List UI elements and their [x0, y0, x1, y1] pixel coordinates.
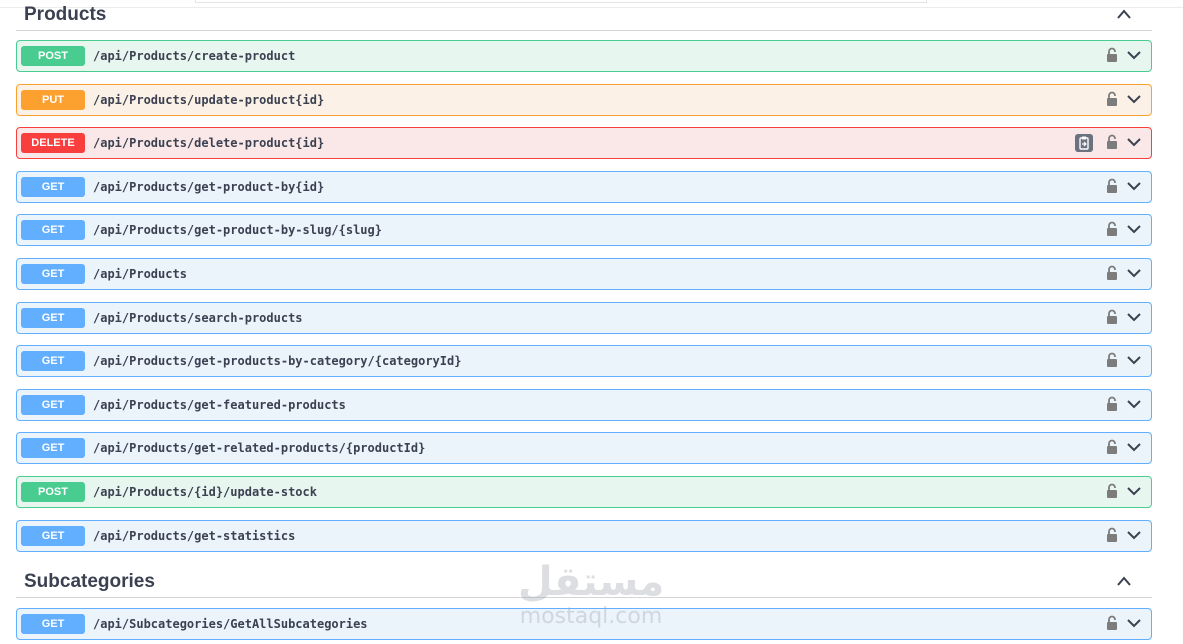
section-header-products[interactable]: Products — [16, 0, 1152, 31]
method-badge: GET — [21, 264, 85, 284]
operation-path: /api/Products/get-related-products/{prod… — [93, 441, 426, 455]
method-badge: GET — [21, 614, 85, 634]
chevron-down-icon[interactable] — [1127, 94, 1141, 104]
operation-row[interactable]: GET /api/Products/get-product-by-slug/{s… — [16, 214, 1152, 246]
chevron-up-icon[interactable] — [1116, 575, 1132, 587]
operation-path: /api/Products/get-product-by{id} — [93, 180, 325, 194]
method-badge: GET — [21, 308, 85, 328]
chevron-down-icon[interactable] — [1127, 181, 1141, 191]
method-badge: POST — [21, 46, 85, 66]
method-badge: GET — [21, 395, 85, 415]
operation-row[interactable]: GET /api/Products/get-related-products/{… — [16, 432, 1152, 464]
operation-path: /api/Products/get-products-by-category/{… — [93, 354, 462, 368]
operation-path: /api/Products/get-statistics — [93, 529, 296, 543]
lock-icon[interactable] — [1106, 265, 1118, 281]
lock-icon[interactable] — [1106, 221, 1118, 237]
method-badge: GET — [21, 526, 85, 546]
chevron-down-icon[interactable] — [1127, 312, 1141, 322]
section-header-subcategories[interactable]: Subcategories — [16, 567, 1152, 598]
lock-icon[interactable] — [1106, 309, 1118, 325]
operation-path: /api/Products/get-product-by-slug/{slug} — [93, 223, 382, 237]
method-badge: GET — [21, 177, 85, 197]
lock-icon[interactable] — [1106, 352, 1118, 368]
chevron-down-icon[interactable] — [1127, 268, 1141, 278]
chevron-down-icon[interactable] — [1127, 137, 1141, 147]
clipboard-icon[interactable] — [1075, 134, 1093, 152]
operation-path: /api/Subcategories/GetAllSubcategories — [93, 617, 368, 631]
operation-row[interactable]: GET /api/Products/get-statistics — [16, 520, 1152, 552]
operation-path: /api/Products/get-featured-products — [93, 398, 346, 412]
lock-icon[interactable] — [1106, 439, 1118, 455]
operation-row[interactable]: GET /api/Products/get-products-by-catego… — [16, 345, 1152, 377]
operation-path: /api/Products/update-product{id} — [93, 93, 325, 107]
method-badge: DELETE — [21, 133, 85, 153]
lock-icon[interactable] — [1106, 615, 1118, 631]
method-badge: POST — [21, 482, 85, 502]
chevron-down-icon[interactable] — [1127, 618, 1141, 628]
operation-row[interactable]: GET /api/Products/get-product-by{id} — [16, 171, 1152, 203]
chevron-down-icon[interactable] — [1127, 486, 1141, 496]
operation-row[interactable]: GET /api/Products/search-products — [16, 302, 1152, 334]
operation-row[interactable]: GET /api/Products/get-featured-products — [16, 389, 1152, 421]
lock-icon[interactable] — [1106, 178, 1118, 194]
operation-path: /api/Products/search-products — [93, 311, 303, 325]
operation-row[interactable]: GET /api/Products — [16, 258, 1152, 290]
operation-row[interactable]: DELETE /api/Products/delete-product{id} — [16, 127, 1152, 159]
chevron-down-icon[interactable] — [1127, 530, 1141, 540]
chevron-down-icon[interactable] — [1127, 224, 1141, 234]
method-badge: GET — [21, 351, 85, 371]
operation-row[interactable]: POST /api/Products/create-product — [16, 40, 1152, 72]
chevron-down-icon[interactable] — [1127, 442, 1141, 452]
operation-row[interactable]: PUT /api/Products/update-product{id} — [16, 84, 1152, 116]
chevron-down-icon[interactable] — [1127, 399, 1141, 409]
operation-path: /api/Products — [93, 267, 187, 281]
lock-icon[interactable] — [1106, 527, 1118, 543]
lock-icon[interactable] — [1106, 134, 1118, 150]
lock-icon[interactable] — [1106, 91, 1118, 107]
lock-icon[interactable] — [1106, 483, 1118, 499]
section-title: Subcategories — [24, 571, 155, 592]
operation-path: /api/Products/{id}/update-stock — [93, 485, 317, 499]
method-badge: GET — [21, 220, 85, 240]
chevron-up-icon[interactable] — [1116, 8, 1132, 20]
lock-icon[interactable] — [1106, 47, 1118, 63]
chevron-down-icon[interactable] — [1127, 50, 1141, 60]
operation-row[interactable]: POST /api/Products/{id}/update-stock — [16, 476, 1152, 508]
operation-path: /api/Products/delete-product{id} — [93, 136, 325, 150]
section-title: Products — [24, 4, 107, 25]
operation-row[interactable]: GET /api/Subcategories/GetAllSubcategori… — [16, 608, 1152, 640]
chevron-down-icon[interactable] — [1127, 355, 1141, 365]
method-badge: PUT — [21, 90, 85, 110]
lock-icon[interactable] — [1106, 396, 1118, 412]
method-badge: GET — [21, 438, 85, 458]
operation-path: /api/Products/create-product — [93, 49, 296, 63]
